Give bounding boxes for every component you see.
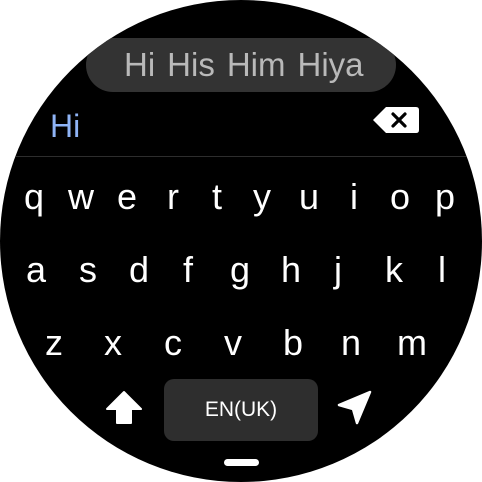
send-icon	[337, 390, 372, 425]
key-q[interactable]: q	[11, 171, 57, 223]
suggestion-bar: Hi His Him Hiya	[86, 38, 396, 92]
key-z[interactable]: z	[31, 317, 77, 369]
key-g[interactable]: g	[217, 244, 263, 296]
key-d[interactable]: d	[116, 244, 162, 296]
key-l[interactable]: l	[419, 244, 465, 296]
key-r[interactable]: r	[150, 171, 196, 223]
key-x[interactable]: x	[90, 317, 136, 369]
send-button[interactable]	[334, 388, 374, 428]
key-w[interactable]: w	[58, 171, 104, 223]
key-y[interactable]: y	[239, 171, 285, 223]
suggestion-item[interactable]: Him	[221, 38, 292, 92]
key-h[interactable]: h	[268, 244, 314, 296]
dismiss-handle[interactable]	[224, 459, 259, 466]
key-c[interactable]: c	[150, 317, 196, 369]
key-u[interactable]: u	[286, 171, 332, 223]
key-a[interactable]: a	[13, 244, 59, 296]
key-i[interactable]: i	[331, 171, 377, 223]
key-j[interactable]: j	[315, 244, 361, 296]
key-v[interactable]: v	[210, 317, 256, 369]
divider	[0, 156, 482, 157]
key-t[interactable]: t	[194, 171, 240, 223]
suggestion-item[interactable]: Hiya	[292, 38, 370, 92]
shift-icon	[106, 391, 142, 424]
key-f[interactable]: f	[165, 244, 211, 296]
key-m[interactable]: m	[389, 317, 435, 369]
key-k[interactable]: k	[371, 244, 417, 296]
watch-screen: Hi His Him Hiya Hi q w e r t y u i o p a…	[0, 0, 482, 482]
backspace-button[interactable]	[372, 106, 420, 134]
shift-button[interactable]	[104, 388, 144, 428]
suggestion-item[interactable]: His	[161, 38, 221, 92]
key-n[interactable]: n	[328, 317, 374, 369]
suggestion-item[interactable]: Hi	[118, 38, 161, 92]
text-input-field[interactable]: Hi	[50, 106, 80, 146]
language-switch-button[interactable]: EN(UK)	[164, 379, 318, 441]
key-p[interactable]: p	[422, 171, 468, 223]
key-b[interactable]: b	[270, 317, 316, 369]
key-s[interactable]: s	[65, 244, 111, 296]
backspace-icon	[373, 107, 419, 133]
key-e[interactable]: e	[104, 171, 150, 223]
key-o[interactable]: o	[377, 171, 423, 223]
